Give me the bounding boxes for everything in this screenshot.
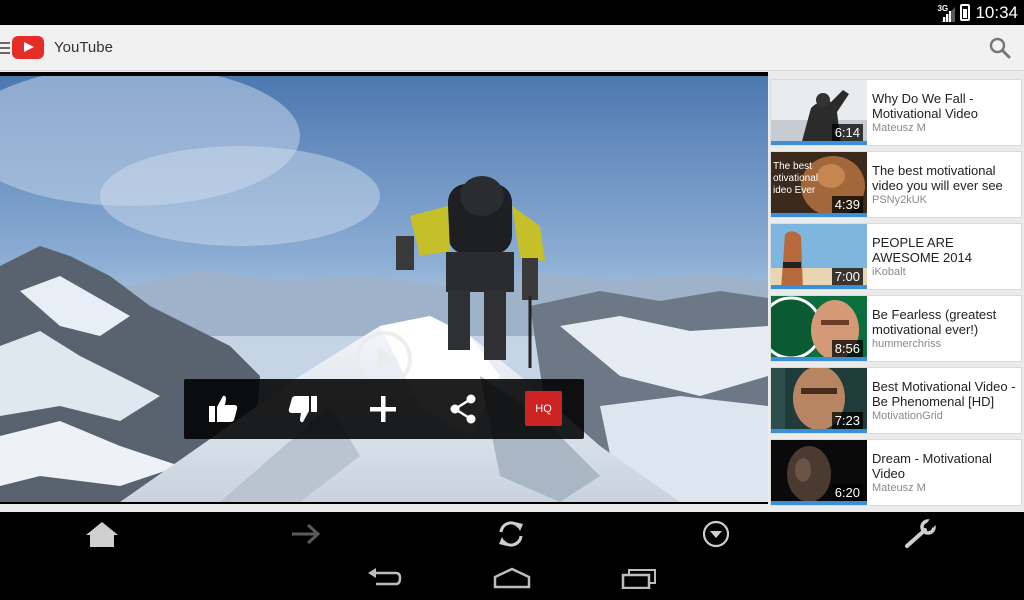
video-duration: 7:23 — [831, 412, 863, 429]
like-icon[interactable] — [205, 391, 241, 427]
thumbnail-text: The best — [773, 161, 812, 172]
video-item[interactable]: The best otivational ideo Ever 4:39 The … — [770, 151, 1022, 218]
video-channel: iKobalt — [872, 266, 906, 278]
video-duration: 4:39 — [831, 196, 863, 213]
browser-toolbar — [0, 512, 1024, 555]
signal-icon: 3G — [937, 3, 956, 22]
video-thumbnail: The best otivational ideo Ever 4:39 — [771, 152, 867, 217]
status-bar: 3G 10:34 — [0, 0, 1024, 25]
video-channel: Mateusz M — [872, 122, 926, 134]
refresh-icon[interactable] — [493, 516, 529, 552]
share-icon[interactable] — [445, 391, 481, 427]
app-root: 3G 10:34 YouTube HQ 6:14 Why Do We Fall … — [0, 0, 1024, 600]
app-title: YouTube — [54, 39, 113, 56]
video-duration: 8:56 — [831, 340, 863, 357]
watch-progress — [771, 141, 867, 145]
video-title[interactable]: The best motivational video you will eve… — [872, 163, 1020, 193]
video-title[interactable]: PEOPLE ARE AWESOME 2014 — [872, 235, 1020, 265]
app-bar: YouTube — [0, 25, 1024, 71]
video-duration: 6:14 — [831, 124, 863, 141]
video-player[interactable]: HQ — [0, 72, 768, 504]
watch-progress — [771, 285, 867, 289]
video-item[interactable]: 7:00 PEOPLE ARE AWESOME 2014 iKobalt — [770, 223, 1022, 290]
video-item[interactable]: 6:14 Why Do We Fall - Motivational Video… — [770, 79, 1022, 146]
video-title[interactable]: Dream - Motivational Video — [872, 451, 1020, 481]
hq-button[interactable]: HQ — [525, 391, 562, 426]
watch-progress — [771, 357, 867, 361]
thumbnail-text: ideo Ever — [773, 185, 816, 196]
video-thumbnail: 6:14 — [771, 80, 867, 145]
video-title[interactable]: Best Motivational Video - Be Phenomenal … — [872, 379, 1020, 409]
video-channel: PSNy2kUK — [872, 194, 928, 206]
menu-icon[interactable] — [0, 42, 10, 54]
back-icon[interactable] — [364, 563, 404, 593]
related-videos-list: 6:14 Why Do We Fall - Motivational Video… — [770, 79, 1022, 507]
video-duration: 7:00 — [831, 268, 863, 285]
video-thumbnail: 7:23 — [771, 368, 867, 433]
home-icon[interactable] — [84, 516, 120, 552]
system-nav-bar — [0, 555, 1024, 600]
status-icons: 3G 10:34 — [937, 0, 1018, 25]
watch-progress — [771, 213, 867, 217]
youtube-logo[interactable] — [12, 36, 44, 59]
video-title[interactable]: Be Fearless (greatest motivational ever!… — [872, 307, 1020, 337]
video-duration: 6:20 — [831, 484, 863, 501]
dropdown-icon[interactable] — [698, 516, 734, 552]
video-thumbnail: 8:56 — [771, 296, 867, 361]
home-nav-icon[interactable] — [492, 563, 532, 593]
video-item[interactable]: 8:56 Be Fearless (greatest motivational … — [770, 295, 1022, 362]
add-icon[interactable] — [365, 391, 401, 427]
settings-wrench-icon[interactable] — [902, 516, 938, 552]
video-title[interactable]: Why Do We Fall - Motivational Video — [872, 91, 1020, 121]
watch-progress — [771, 501, 867, 505]
video-channel: MotivationGrid — [872, 410, 943, 422]
video-thumbnail: 7:00 — [771, 224, 867, 289]
forward-icon[interactable] — [288, 516, 324, 552]
status-time: 10:34 — [975, 2, 1018, 22]
thumbnail-text: otivational — [773, 173, 818, 184]
search-icon[interactable] — [988, 36, 1012, 60]
watch-progress — [771, 429, 867, 433]
dislike-icon[interactable] — [285, 391, 321, 427]
video-item[interactable]: 6:20 Dream - Motivational Video Mateusz … — [770, 439, 1022, 506]
video-thumbnail: 6:20 — [771, 440, 867, 505]
video-action-bar: HQ — [184, 379, 584, 439]
video-item[interactable]: 7:23 Best Motivational Video - Be Phenom… — [770, 367, 1022, 434]
recent-apps-icon[interactable] — [620, 563, 660, 593]
battery-icon — [960, 4, 971, 21]
network-type: 3G — [937, 3, 949, 13]
video-channel: hummerchriss — [872, 338, 942, 350]
video-channel: Mateusz M — [872, 482, 926, 494]
